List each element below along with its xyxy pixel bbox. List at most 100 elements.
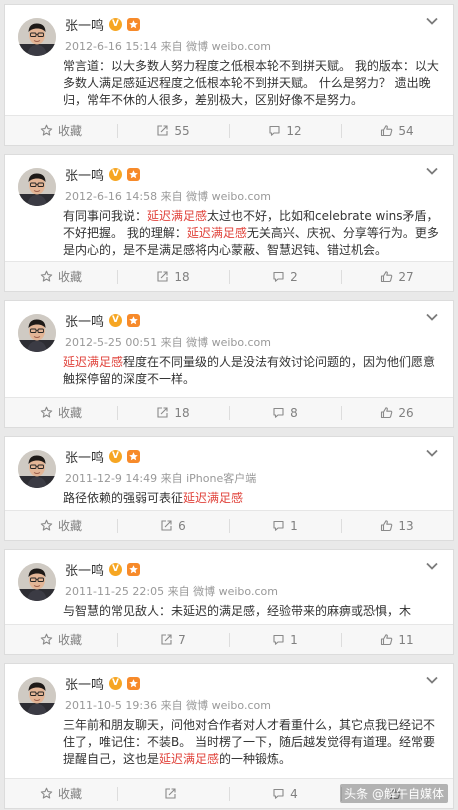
post-text-segment: 有同事问我说： <box>63 209 148 223</box>
favorite-label: 收藏 <box>57 124 82 138</box>
action-bar: 收藏 6 1 13 <box>5 510 453 540</box>
avatar[interactable] <box>18 677 56 715</box>
favorite-button[interactable]: 收藏 <box>5 262 117 291</box>
favorite-label: 收藏 <box>57 633 82 647</box>
comment-icon <box>273 788 284 799</box>
thumbs-up-icon <box>381 520 393 532</box>
vip-icon <box>127 449 141 463</box>
watermark-text: 头条 @解午自媒体 <box>344 787 444 801</box>
author-name[interactable]: 张一鸣 <box>65 560 104 579</box>
comment-count: 4 <box>290 786 298 801</box>
repost-button[interactable]: 55 <box>117 116 229 145</box>
highlight-link[interactable]: 延迟满足感 <box>183 491 243 505</box>
author-name[interactable]: 张一鸣 <box>65 165 104 184</box>
post-text-segment: 路径依赖的强弱可表征 <box>63 491 184 505</box>
post-meta: 2012-6-16 14:58 来自 微博 weibo.com <box>65 190 271 203</box>
like-button[interactable]: 27 <box>341 262 453 291</box>
avatar[interactable] <box>18 314 56 352</box>
like-button[interactable]: 13 <box>341 511 453 540</box>
thumbs-up-icon <box>381 634 393 646</box>
highlight-link[interactable]: 延迟满足感 <box>159 752 219 766</box>
post-meta: 2011-10-5 19:36 来自 微博 weibo.com <box>65 699 271 712</box>
favorite-button[interactable]: 收藏 <box>5 116 117 145</box>
avatar[interactable] <box>18 563 56 601</box>
post-meta: 2012-6-16 15:14 来自 微博 weibo.com <box>65 40 271 53</box>
highlight-link[interactable]: 延迟满足感 <box>187 226 247 240</box>
verified-v-icon: V <box>109 676 123 690</box>
repost-button[interactable] <box>117 779 229 808</box>
comment-button[interactable]: 8 <box>229 398 341 427</box>
avatar[interactable] <box>18 450 56 488</box>
chevron-down-icon[interactable] <box>425 560 439 572</box>
favorite-label: 收藏 <box>57 519 82 533</box>
post-meta: 2011-11-25 22:05 来自 微博 weibo.com <box>65 585 278 598</box>
vip-icon <box>127 562 141 576</box>
highlight-link[interactable]: 延迟满足感 <box>63 355 123 369</box>
post-text-segment: 的一种锻炼。 <box>219 752 292 766</box>
comment-button[interactable]: 4 <box>229 779 341 808</box>
repost-icon <box>157 407 168 418</box>
repost-button[interactable]: 18 <box>117 398 229 427</box>
thumbs-up-icon <box>381 125 393 137</box>
action-bar: 收藏 18 2 27 <box>5 261 453 291</box>
weibo-post: 张一鸣 V 2012-6-16 14:58 来自 微博 weibo.com 有同… <box>4 154 454 292</box>
verified-v-icon: V <box>109 17 123 31</box>
comment-count: 12 <box>286 123 302 138</box>
verified-v-icon: V <box>109 167 123 181</box>
favorite-button[interactable]: 收藏 <box>5 779 117 808</box>
chevron-down-icon[interactable] <box>425 165 439 177</box>
star-icon <box>40 787 53 799</box>
chevron-down-icon[interactable] <box>425 447 439 459</box>
repost-button[interactable]: 7 <box>117 625 229 654</box>
favorite-label: 收藏 <box>57 787 82 801</box>
post-text: 常言道：以大多数人努力程度之低根本轮不到拼天赋。 我的版本：以大多数人满足感延迟… <box>63 58 445 109</box>
vip-icon <box>127 676 141 690</box>
author-name[interactable]: 张一鸣 <box>65 447 104 466</box>
vip-icon <box>127 313 141 327</box>
comment-icon <box>273 634 284 645</box>
watermark: 头条 @解午自媒体 <box>340 784 448 803</box>
comment-count: 1 <box>290 632 298 647</box>
favorite-button[interactable]: 收藏 <box>5 511 117 540</box>
author-name[interactable]: 张一鸣 <box>65 674 104 693</box>
vip-icon <box>127 167 141 181</box>
chevron-down-icon[interactable] <box>425 674 439 686</box>
like-button[interactable]: 26 <box>341 398 453 427</box>
comment-icon <box>273 407 284 418</box>
action-bar: 收藏 7 1 11 <box>5 624 453 654</box>
comment-button[interactable]: 1 <box>229 511 341 540</box>
action-bar: 收藏 55 12 54 <box>5 115 453 145</box>
comment-button[interactable]: 12 <box>229 116 341 145</box>
repost-button[interactable]: 6 <box>117 511 229 540</box>
comment-icon <box>273 520 284 531</box>
highlight-link[interactable]: 延迟满足感 <box>147 209 207 223</box>
comment-icon <box>273 271 284 282</box>
repost-count: 18 <box>174 269 190 284</box>
favorite-label: 收藏 <box>57 270 82 284</box>
like-button[interactable]: 11 <box>341 625 453 654</box>
comment-button[interactable]: 2 <box>229 262 341 291</box>
avatar[interactable] <box>18 18 56 56</box>
repost-count: 18 <box>174 405 190 420</box>
post-text: 三年前和朋友聊天，问他对合作者对人才看重什么，其它点我已经记不住了，唯记住：不装… <box>63 717 445 768</box>
favorite-button[interactable]: 收藏 <box>5 398 117 427</box>
chevron-down-icon[interactable] <box>425 15 439 27</box>
like-count: 26 <box>398 405 414 420</box>
star-icon <box>40 406 53 418</box>
favorite-button[interactable]: 收藏 <box>5 625 117 654</box>
verified-v-icon: V <box>109 449 123 463</box>
verified-v-icon: V <box>109 313 123 327</box>
comment-count: 1 <box>290 518 298 533</box>
author-name[interactable]: 张一鸣 <box>65 311 104 330</box>
chevron-down-icon[interactable] <box>425 311 439 323</box>
comment-button[interactable]: 1 <box>229 625 341 654</box>
favorite-label: 收藏 <box>57 406 82 420</box>
comment-icon <box>269 125 280 136</box>
post-text-segment: 常言道：以大多数人努力程度之低根本轮不到拼天赋。 我的版本：以大多数人满足感延迟… <box>63 59 439 107</box>
like-button[interactable]: 54 <box>341 116 453 145</box>
repost-icon <box>165 788 176 799</box>
post-text: 与智慧的常见敌人：未延迟的满足感，经验带来的麻痹或恐惧，木 <box>63 603 445 620</box>
avatar[interactable] <box>18 168 56 206</box>
repost-button[interactable]: 18 <box>117 262 229 291</box>
author-name[interactable]: 张一鸣 <box>65 15 104 34</box>
